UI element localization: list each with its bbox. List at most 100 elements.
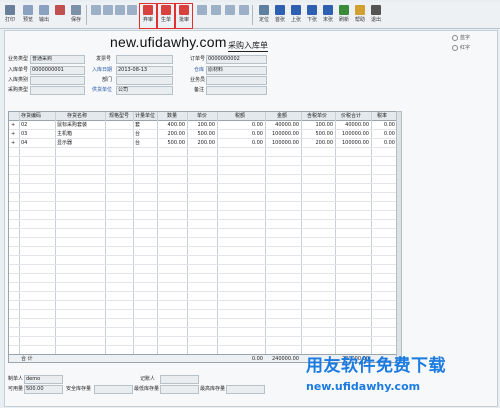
salesman-field[interactable] — [206, 76, 267, 85]
business-type-field[interactable]: 普通采购 — [30, 55, 85, 64]
table-cell[interactable]: 40000.00 — [267, 121, 299, 129]
table-cell[interactable]: 100.00 — [189, 121, 216, 129]
row-divider — [9, 237, 397, 238]
prev-button[interactable]: 上张 — [288, 4, 304, 28]
store-field[interactable]: 原材料 — [206, 66, 267, 75]
refresh-button[interactable]: 刷新 — [336, 4, 352, 28]
next-button[interactable]: 下张 — [304, 4, 320, 28]
detail-table[interactable]: 存货编码 存货名称 规格型号 计量单位 数量 单价 税额 金额 含税单价 价税合… — [8, 111, 398, 363]
table-cell[interactable]: 02 — [21, 121, 55, 129]
row-divider — [9, 201, 397, 202]
generate-button[interactable]: 生单 — [157, 3, 175, 29]
table-cell[interactable]: 显示器 — [57, 139, 105, 147]
table-cell[interactable]: 40000.00 — [337, 121, 369, 129]
column-header[interactable]: 存货名称 — [67, 112, 105, 120]
brand-url: new.ufidawhy.com — [306, 380, 421, 393]
preview-button[interactable]: 预览 — [20, 4, 36, 28]
table-cell[interactable]: 200.00 — [159, 130, 186, 138]
radio-icon — [452, 44, 458, 51]
unaudit-button[interactable]: 弃审 — [139, 3, 157, 29]
bookkeeper-field[interactable] — [160, 375, 199, 384]
column-header[interactable]: 税率 — [377, 112, 397, 120]
column-header[interactable]: 数量 — [167, 112, 187, 120]
salesman-label: 业务员 — [190, 77, 206, 83]
table-cell[interactable]: 100000.00 — [267, 139, 299, 147]
table-cell[interactable]: 100000.00 — [267, 130, 299, 138]
table-cell[interactable]: 400.00 — [159, 121, 186, 129]
exit-button[interactable]: 退出 — [368, 4, 384, 28]
row-marker: + — [11, 140, 16, 146]
order-field[interactable]: 0000000002 — [206, 55, 267, 64]
column-header[interactable]: 存货编码 — [21, 112, 55, 120]
watermark-text: new.ufidawhy.com — [110, 34, 227, 50]
print-button[interactable]: 打印 — [2, 4, 18, 28]
table-cell[interactable]: 100000.00 — [337, 139, 369, 147]
column-header[interactable]: 单价 — [197, 112, 217, 120]
first-button[interactable]: 首张 — [272, 4, 288, 28]
table-cell[interactable]: 100.00 — [303, 121, 334, 129]
column-header[interactable]: 含税单价 — [307, 112, 335, 120]
legend-blue[interactable]: 蓝字 — [452, 34, 470, 41]
brand-text: 用友软件免费下载 — [306, 356, 446, 376]
legend-red[interactable]: 红字 — [452, 44, 470, 51]
export-button[interactable]: 输出 — [36, 4, 52, 28]
delete-row-icon — [239, 5, 249, 15]
delete-button[interactable] — [52, 4, 68, 28]
warehouse-field[interactable] — [30, 76, 85, 85]
row-divider — [9, 327, 397, 328]
toolbar-button-15[interactable] — [236, 4, 252, 28]
table-cell[interactable]: 0.00 — [373, 121, 395, 129]
locate-button[interactable]: 定位 — [256, 4, 272, 28]
vertical-scrollbar[interactable] — [396, 111, 402, 363]
table-cell[interactable]: 0.00 — [373, 130, 395, 138]
column-header[interactable]: 金额 — [277, 112, 301, 120]
column-header[interactable]: 价税合计 — [341, 112, 371, 120]
row-divider — [9, 318, 397, 319]
date-field[interactable]: 2013-08-13 — [116, 66, 173, 75]
table-cell[interactable]: 台 — [135, 130, 157, 138]
row-divider — [9, 219, 397, 220]
maker-field[interactable]: demo — [24, 375, 63, 384]
table-cell[interactable]: 03 — [21, 130, 55, 138]
available-field: 500.00 — [24, 385, 63, 394]
column-header[interactable]: 规格型号 — [109, 112, 133, 120]
table-cell[interactable]: 500.00 — [189, 130, 216, 138]
table-cell[interactable]: 鼠标采购套装 — [57, 121, 105, 129]
printer-icon — [5, 5, 15, 15]
table-cell[interactable]: 套 — [135, 121, 157, 129]
receipt-no-field[interactable]: 0000000001 — [30, 66, 85, 75]
note-field[interactable] — [206, 86, 267, 95]
next-page-icon — [307, 5, 317, 15]
save-button[interactable]: 保存 — [68, 4, 84, 28]
table-cell[interactable]: 500.00 — [303, 130, 334, 138]
batch-audit-button[interactable]: 批审 — [175, 3, 193, 29]
table-cell[interactable]: 0.00 — [219, 139, 263, 147]
delete-icon — [55, 5, 65, 15]
table-cell[interactable]: 200.00 — [303, 139, 334, 147]
supplier-field[interactable]: 公司 — [116, 86, 173, 95]
row-divider — [9, 345, 397, 346]
batch-audit-icon — [179, 5, 189, 15]
column-header[interactable]: 税额 — [235, 112, 265, 120]
column-header[interactable]: 计量单位 — [135, 112, 157, 120]
toolbar-button-8[interactable] — [124, 4, 140, 28]
table-cell[interactable]: 0.00 — [219, 130, 263, 138]
table-cell[interactable]: 0.00 — [219, 121, 263, 129]
row-divider — [9, 300, 397, 301]
help-button[interactable]: 帮助 — [352, 4, 368, 28]
max-stock-label: 最高库存量 — [200, 386, 226, 392]
table-cell[interactable]: 04 — [21, 139, 55, 147]
table-cell[interactable]: 台 — [135, 139, 157, 147]
table-cell[interactable]: 200.00 — [189, 139, 216, 147]
dept-field[interactable] — [116, 76, 173, 85]
invoice-field[interactable] — [116, 55, 173, 64]
table-cell[interactable]: 500.00 — [159, 139, 186, 147]
table-cell[interactable]: 主机箱 — [57, 130, 105, 138]
row-divider — [9, 282, 397, 283]
last-button[interactable]: 末张 — [320, 4, 336, 28]
purchase-type-field[interactable] — [30, 86, 85, 95]
window: 打印 预览 输出 保存 弃审 生单 批审 定位 首张 上张 下张 末张 刷新 帮… — [0, 0, 500, 408]
table-cell[interactable]: 100000.00 — [337, 130, 369, 138]
last-page-icon — [323, 5, 333, 15]
table-cell[interactable]: 0.00 — [373, 139, 395, 147]
